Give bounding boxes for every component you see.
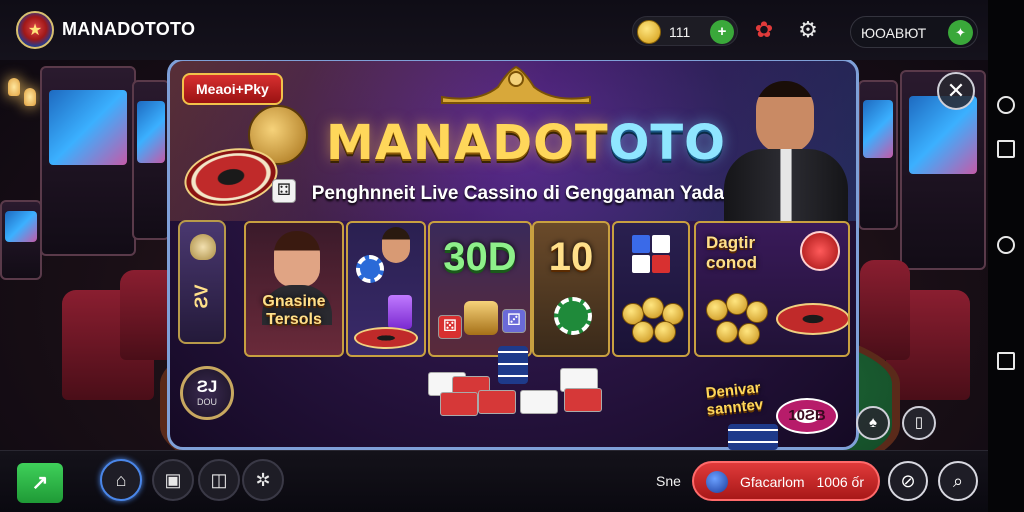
side-tile-label: ƧV [191,284,212,309]
coin-icon [632,321,654,343]
coin-icon [642,297,664,319]
host-portrait [716,75,856,229]
poker-chip-icon [356,255,384,283]
bottom-label: Sne [656,473,681,489]
dice-icon: ⚃ [272,179,296,203]
book-icon[interactable]: ◫ [198,459,240,501]
home-icon[interactable]: ⌂ [100,459,142,501]
arcade-machine-left-2 [0,200,42,280]
coin-icon [706,299,728,321]
promo-pill-text: Gfacarlom [740,474,805,490]
game-card-slots[interactable] [612,221,690,357]
coin-icon [738,323,760,345]
globe-icon [706,471,728,493]
game-card-poker[interactable] [346,221,426,357]
side-menu-tile[interactable]: ƧV [178,220,226,344]
game-card-label: Dagtir conod [706,233,757,272]
wall-lamp-left-2 [24,88,36,106]
top-bar: MANADOTOTO 111 + ✿ ⚙ ЮОАВЮТ ✦ [0,0,988,60]
close-button[interactable]: ✕ [937,72,975,110]
system-bar [988,0,1024,512]
banner-title: MANADOTOTO [316,115,736,171]
plus-icon[interactable]: + [710,20,734,44]
playing-card [478,390,516,414]
wall-lamp-left [8,78,20,96]
chip-stack [498,346,528,384]
chart-icon[interactable]: ↗ [17,463,63,503]
coin-icon [746,301,768,323]
balance-value: 111 [669,24,691,40]
level-badge[interactable]: ƧJ DOU [180,366,234,420]
chair-right-2 [860,260,910,360]
account-action-icon[interactable]: ✦ [948,20,973,45]
profile-icon[interactable]: ⊘ [888,461,928,501]
arcade-machine-left-3 [132,80,170,240]
event-badge[interactable]: Meaoi+Pky [182,73,283,105]
banner-subtitle: Penghnneit Live Cassino di Genggaman Yad… [311,183,725,204]
logo-icon[interactable] [16,11,54,49]
playing-card [440,392,478,416]
rotate-icon[interactable]: ▯ [902,406,936,440]
monitor-icon[interactable]: ▣ [152,459,194,501]
game-card-jackpot[interactable]: Dagtir conod [694,221,850,357]
promo-pill-button[interactable]: Gfacarlom 1006 ốr [692,461,880,501]
poker-chip-icon [554,297,592,335]
level-badge-caption: DOU [197,397,217,407]
game-card-big-text: 30D [443,235,517,279]
game-card-10[interactable]: 10 [532,221,610,357]
lion-icon[interactable]: ✿ [748,14,780,46]
account-pill[interactable]: ЮОАВЮТ ✦ [850,16,978,48]
spade-icon[interactable]: ♠ [856,406,890,440]
brand-name[interactable]: MANADOTOTO [62,19,195,40]
game-card-big-text: 10 [548,235,594,279]
game-card-label: Gnasine Tersols [262,293,326,328]
gear-icon[interactable]: ✲ [242,459,284,501]
coin-icon [637,20,661,44]
recents-icon[interactable] [997,352,1015,370]
gold-ornament [441,65,591,104]
account-value: ЮОАВЮТ [861,25,927,41]
gallery-icon[interactable] [997,140,1015,158]
dice-icon: ⚄ [438,315,462,339]
promo-chip[interactable]: 10ƧB [776,398,838,434]
dice-icon: ⚂ [502,309,526,333]
game-card-live-host[interactable]: Gnasine Tersols [244,221,344,357]
coin-icon [716,321,738,343]
balance-pill[interactable]: 111 + [632,16,738,46]
home-icon[interactable] [997,236,1015,254]
banner-title-tail: OTO [608,115,726,171]
bottom-bar: ↗ ⌂ ▣ ◫ ✲ Sne Gfacarlom 1006 ốr ⊘ ⌕ [0,450,988,512]
arcade-machine-left [40,66,136,256]
coin-icon [654,321,676,343]
arcade-machine-right-2 [858,80,898,230]
gear-icon[interactable]: ⚙ [792,14,824,46]
search-icon[interactable]: ⌕ [938,461,978,501]
promo-pill-value: 1006 ốr [816,474,864,490]
chip-stack [728,424,778,450]
playing-card [564,388,602,412]
playing-card [520,390,558,414]
coin-icon [726,293,748,315]
screenshot-icon[interactable] [997,96,1015,114]
app-root: Meaoi+Pky ⚃ MANADOTOTO Penghnneit Live C… [0,0,1024,512]
game-card-30d[interactable]: 30D ⚄ ⚂ [428,221,532,357]
banner-title-main: MANADOT [326,115,609,171]
level-badge-value: ƧJ [196,377,218,396]
